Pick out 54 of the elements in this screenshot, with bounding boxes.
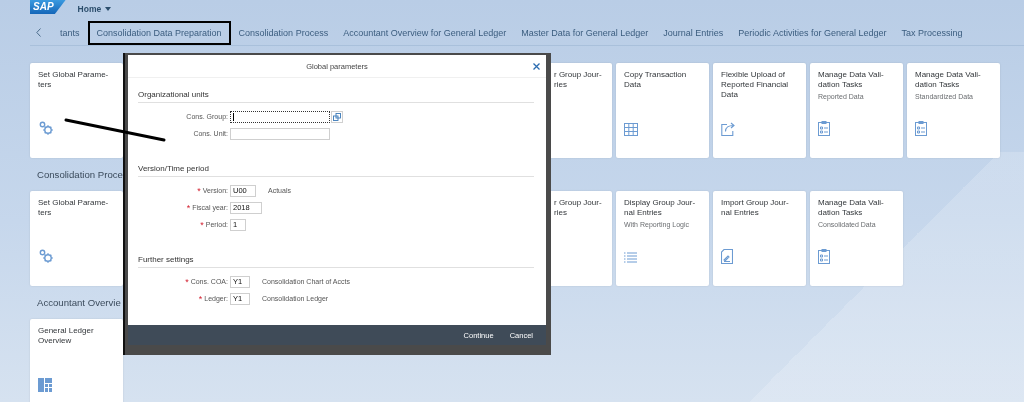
tile-title: General Ledger Overview <box>38 326 95 346</box>
clipboard-icon <box>818 121 830 136</box>
gears-icon <box>38 120 54 136</box>
document-icon <box>721 249 733 264</box>
tile-title: Set Global Parame-ters <box>38 198 110 218</box>
tab[interactable]: Periodic Activities for General Ledger <box>731 21 894 44</box>
input-field[interactable] <box>230 110 330 123</box>
dashboard-icon <box>38 378 52 392</box>
tile-title: Manage Data Vali-dation Tasks <box>915 70 982 90</box>
tile-title: Manage Data Vali-dation Tasks <box>818 70 885 90</box>
list-icon <box>624 252 637 264</box>
tab[interactable]: Journal Entries <box>656 21 731 44</box>
tab[interactable]: tants <box>53 21 87 44</box>
tile-title: Display Group Jour-nal Entries <box>624 198 697 218</box>
group-title: Consolidation Proce <box>37 169 123 180</box>
required-marker: * <box>198 294 203 303</box>
value-help-icon[interactable] <box>331 110 343 123</box>
tab[interactable]: Consolidation Data Preparation <box>87 20 231 45</box>
tab[interactable]: Accountant Overview for General Ledger <box>336 21 514 44</box>
tile-title: Flexible Upload of Reported Financial Data <box>721 70 790 100</box>
tile-title: r Group Jour- ries <box>554 70 603 90</box>
tile-title: Copy Transaction Data <box>624 70 688 90</box>
group-title: Accountant Overvie <box>37 297 121 308</box>
app-tile[interactable]: General Ledger Overview <box>30 319 123 402</box>
tile-title: Import Group Jour-nal Entries <box>721 198 790 218</box>
tab[interactable]: Master Data for General Ledger <box>514 21 656 44</box>
required-marker: * <box>186 203 191 212</box>
app-tile[interactable]: r Group Jour- ries <box>551 63 612 158</box>
clipboard-icon <box>915 121 927 136</box>
app-tile[interactable]: Copy Transaction Data <box>616 63 709 158</box>
tab[interactable]: Consolidation Process <box>231 21 336 44</box>
tile-title: Set Global Parame-ters <box>38 70 110 90</box>
section-title: Version/Time period <box>138 158 534 177</box>
required-marker: * <box>197 186 201 195</box>
caret-icon <box>105 7 112 11</box>
tile-title: r Group Jour- ries <box>554 198 603 218</box>
tab[interactable]: Tax Processing <box>894 21 970 44</box>
section-title: Organizational units <box>138 84 534 103</box>
app-tile[interactable]: Set Global Parame-ters <box>30 63 123 158</box>
app-tile[interactable]: Flexible Upload of Reported Financial Data <box>713 63 806 158</box>
table-icon <box>624 123 638 136</box>
sap-logo[interactable]: SAP <box>30 0 66 14</box>
share-icon <box>721 121 736 136</box>
app-tile[interactable]: Set Global Parame-ters <box>30 191 123 286</box>
gears-icon <box>38 248 54 264</box>
clipboard-icon <box>818 249 830 264</box>
required-marker: * <box>200 220 204 229</box>
home-menu[interactable]: Home <box>77 4 112 14</box>
app-tile[interactable]: r Group Jour- ries <box>551 191 612 286</box>
close-icon[interactable] <box>533 63 540 70</box>
section-title: Further settings <box>138 249 534 268</box>
tile-title: Manage Data Vali-dation Tasks <box>818 198 885 218</box>
app-tile[interactable]: Import Group Jour-nal Entries <box>713 191 806 286</box>
required-marker: * <box>185 277 189 286</box>
